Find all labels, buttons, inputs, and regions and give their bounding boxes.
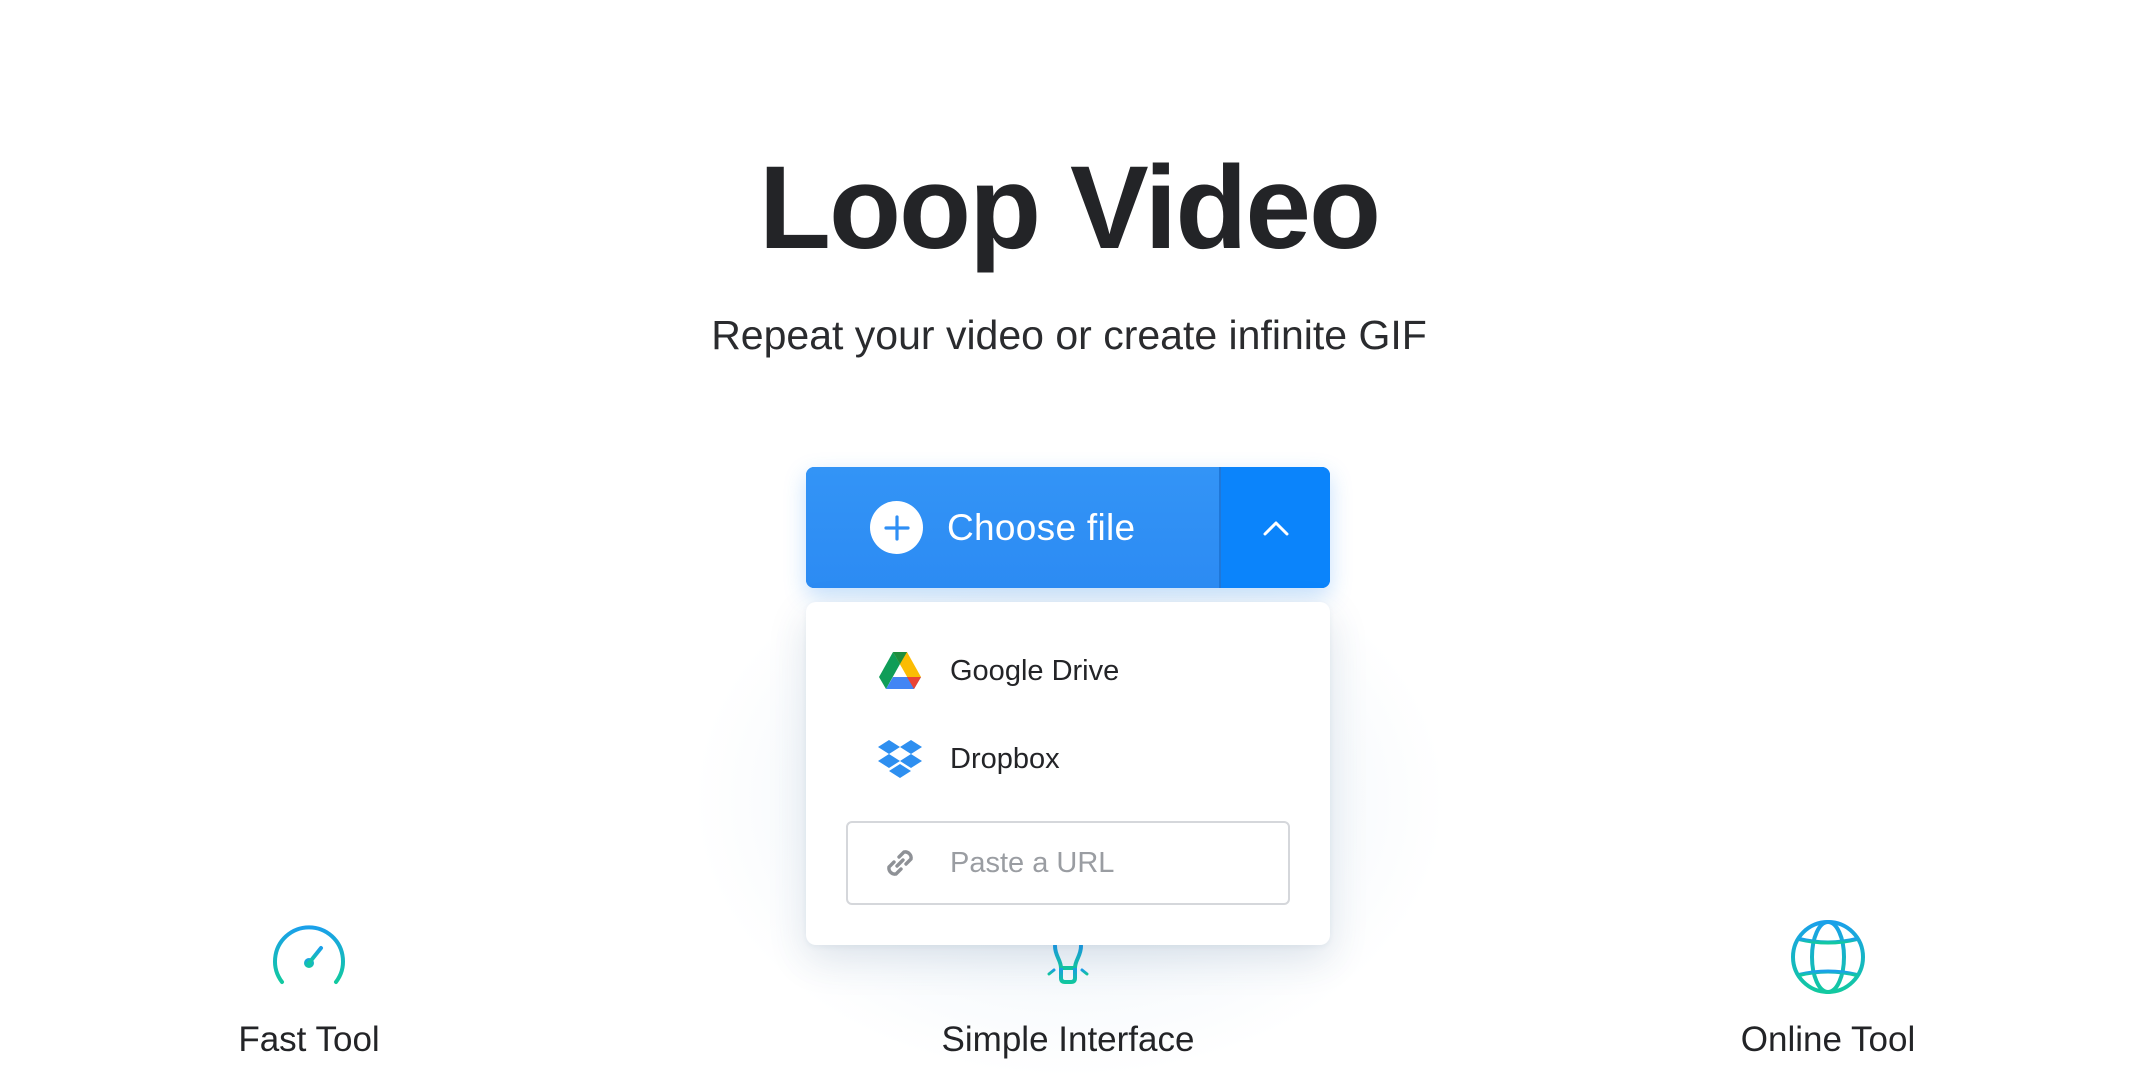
dropbox-icon xyxy=(876,735,924,783)
source-menu-toggle[interactable] xyxy=(1221,467,1330,588)
feature-fast-tool: Fast Tool xyxy=(99,912,519,1059)
plus-icon xyxy=(870,501,923,554)
globe-icon xyxy=(1783,912,1873,1002)
speedometer-icon xyxy=(264,912,354,1002)
page-title: Loop Video xyxy=(758,142,1381,274)
page: Loop Video Repeat your video or create i… xyxy=(0,0,2138,1076)
feature-label: Fast Tool xyxy=(238,1020,380,1059)
menu-item-label: Dropbox xyxy=(950,742,1060,775)
chevron-up-icon xyxy=(1263,521,1288,535)
menu-item-dropbox[interactable]: Dropbox xyxy=(876,729,1060,789)
url-field[interactable] xyxy=(846,821,1290,905)
link-icon xyxy=(876,839,924,887)
url-input[interactable] xyxy=(948,845,1252,881)
menu-item-google-drive[interactable]: Google Drive xyxy=(876,641,1119,701)
choose-file-label: Choose file xyxy=(947,506,1136,548)
feature-label: Online Tool xyxy=(1740,1020,1916,1059)
feature-label: Simple Interface xyxy=(941,1020,1195,1059)
choose-file-button[interactable]: Choose file xyxy=(806,467,1219,588)
source-dropdown-menu: Google Drive Dropbox xyxy=(806,602,1330,945)
page-subtitle: Repeat your video or create infinite GIF xyxy=(711,312,1427,358)
menu-item-label: Google Drive xyxy=(950,654,1120,687)
google-drive-icon xyxy=(876,647,924,695)
feature-online-tool: Online Tool xyxy=(1618,912,2038,1059)
upload-split-button: Choose file xyxy=(806,467,1330,588)
